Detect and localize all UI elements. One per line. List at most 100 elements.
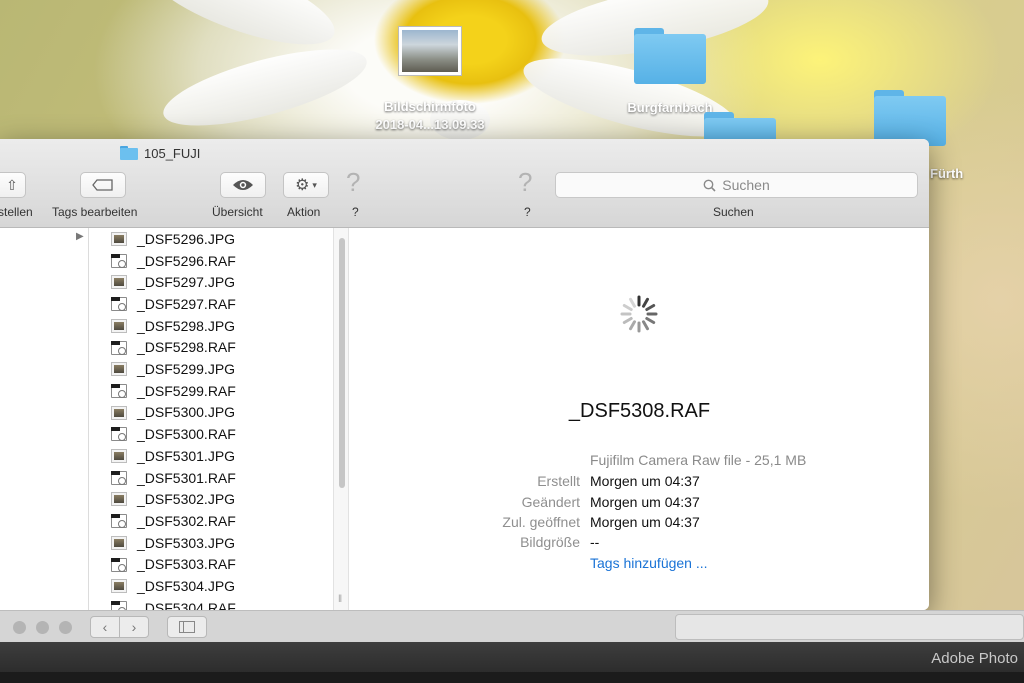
- file-name: _DSF5299.RAF: [137, 382, 236, 399]
- file-list-item[interactable]: _DSF5298.RAF: [89, 337, 333, 359]
- desktop-item-label: 2018-04...13.09.33: [375, 117, 485, 132]
- folder-icon: [704, 112, 776, 146]
- folder-icon: [634, 28, 706, 84]
- raw-file-icon: [111, 340, 127, 355]
- desktop-folder-burgfarnbach[interactable]: Burgfarnbach: [600, 26, 740, 126]
- sidebar-toggle-button[interactable]: [167, 616, 207, 638]
- quick-look-button[interactable]: [220, 172, 266, 198]
- raw-file-icon: [111, 514, 127, 529]
- file-list-item[interactable]: _DSF5303.JPG: [89, 532, 333, 554]
- meta-label: Zul. geöffnet: [502, 514, 580, 530]
- raw-file-icon: [111, 557, 127, 572]
- edit-tags-label: Tags bearbeiten: [52, 205, 138, 219]
- image-file-icon: [111, 362, 127, 377]
- file-name: _DSF5301.RAF: [137, 469, 236, 486]
- image-file-icon: [111, 405, 127, 420]
- raw-file-icon: [111, 470, 127, 485]
- file-name: _DSF5297.JPG: [137, 274, 236, 291]
- edit-tags-button[interactable]: [80, 172, 126, 198]
- column-resize-handle[interactable]: ǁ: [338, 594, 342, 605]
- share-icon: ⇧: [6, 176, 18, 193]
- background-app-title: Adobe Photo: [931, 650, 1018, 667]
- window-zoom-button[interactable]: [59, 621, 72, 634]
- search-label: Suchen: [713, 205, 754, 219]
- image-file-icon: [111, 449, 127, 463]
- chevron-right-icon: ▶: [76, 231, 84, 242]
- image-file-icon: [111, 275, 127, 290]
- eye-icon: [233, 180, 253, 190]
- preview-pane: _DSF5308.RAF Fujifilm Camera Raw file - …: [350, 228, 929, 610]
- window-minimize-button[interactable]: [36, 621, 49, 634]
- unknown-toolbar-label: ?: [352, 205, 359, 219]
- share-button[interactable]: ⇧: [0, 172, 26, 198]
- window-toolbar: 105_FUJI ⇧ stellen Tags bearbeiten Übers…: [0, 139, 929, 228]
- raw-file-icon: [111, 253, 127, 268]
- file-list-item[interactable]: _DSF5301.JPG: [89, 445, 333, 467]
- meta-row-modified: Geändert Morgen um 04:37: [350, 494, 929, 514]
- image-file-icon: [111, 535, 127, 550]
- image-file-icon: [111, 232, 127, 246]
- meta-value: Morgen um 04:37: [590, 494, 700, 510]
- tag-icon: [92, 179, 113, 191]
- file-list-item[interactable]: _DSF5299.RAF: [89, 380, 333, 402]
- file-name: _DSF5300.RAF: [137, 426, 236, 443]
- file-name: _DSF5297.RAF: [137, 295, 236, 312]
- file-list-item[interactable]: _DSF5304.JPG: [89, 575, 333, 597]
- window-title: 105_FUJI: [120, 143, 200, 163]
- file-list-item[interactable]: _DSF5298.JPG: [89, 315, 333, 337]
- file-list-item[interactable]: _DSF5296.JPG: [89, 228, 333, 250]
- file-list-item[interactable]: _DSF5302.JPG: [89, 488, 333, 510]
- background-search-field[interactable]: [675, 614, 1024, 640]
- forward-button[interactable]: ›: [119, 616, 149, 638]
- file-name: _DSF5300.JPG: [137, 404, 236, 421]
- search-input[interactable]: Suchen: [555, 172, 918, 198]
- file-list-item[interactable]: _DSF5300.JPG: [89, 402, 333, 424]
- preview-kind-size: Fujifilm Camera Raw file - 25,1 MB: [590, 452, 807, 468]
- window-close-button[interactable]: [13, 621, 26, 634]
- raw-file-icon: [111, 297, 127, 312]
- back-button[interactable]: ‹: [90, 616, 120, 638]
- raw-file-icon: [111, 383, 127, 398]
- chevron-right-icon: ›: [131, 619, 137, 635]
- file-list-scrollbar[interactable]: ǁ: [333, 228, 349, 610]
- file-list-item[interactable]: _DSF5299.JPG: [89, 358, 333, 380]
- gear-icon: ⚙: [295, 177, 310, 194]
- chevron-down-icon: ▾: [312, 179, 317, 190]
- desktop-screenshot-file[interactable]: Bildschirmfoto 2018-04...13.09.33: [350, 26, 510, 134]
- raw-file-icon: [111, 427, 127, 442]
- image-file-icon: [111, 492, 127, 507]
- file-list-item[interactable]: _DSF5297.RAF: [89, 293, 333, 315]
- loading-spinner-icon: [620, 295, 658, 333]
- add-tags-link[interactable]: Tags hinzufügen ...: [590, 555, 708, 571]
- file-name: _DSF5296.JPG: [137, 230, 236, 247]
- image-file-icon: [111, 318, 127, 333]
- finder-window: 105_FUJI ⇧ stellen Tags bearbeiten Übers…: [0, 139, 929, 610]
- unknown-toolbar-icon[interactable]: ?: [518, 167, 532, 198]
- file-list-item[interactable]: _DSF5304.RAF: [89, 597, 333, 610]
- file-name: _DSF5304.RAF: [137, 599, 236, 610]
- meta-row-last-opened: Zul. geöffnet Morgen um 04:37: [350, 514, 929, 534]
- meta-label: Geändert: [521, 494, 580, 510]
- meta-row-created: Erstellt Morgen um 04:37: [350, 473, 929, 493]
- folder-icon: [874, 90, 946, 146]
- file-list-item[interactable]: _DSF5300.RAF: [89, 423, 333, 445]
- parent-column: ▶ ǁ: [0, 228, 94, 610]
- meta-row-image-size: Bildgröße --: [350, 534, 929, 554]
- file-name: _DSF5298.RAF: [137, 339, 236, 356]
- screenshot-thumbnail-icon: [398, 26, 462, 76]
- share-label: stellen: [0, 205, 33, 219]
- search-icon: [703, 179, 716, 192]
- action-button[interactable]: ⚙ ▾: [283, 172, 329, 198]
- file-list-item[interactable]: _DSF5296.RAF: [89, 250, 333, 272]
- scrollbar-thumb[interactable]: [339, 238, 345, 488]
- file-name: _DSF5304.JPG: [137, 578, 236, 595]
- flower-petal: [156, 33, 374, 142]
- file-name: _DSF5296.RAF: [137, 252, 236, 269]
- file-list-item[interactable]: _DSF5301.RAF: [89, 467, 333, 489]
- meta-value: Morgen um 04:37: [590, 473, 700, 489]
- file-list-item[interactable]: _DSF5297.JPG: [89, 271, 333, 293]
- unknown-toolbar-icon[interactable]: ?: [346, 167, 360, 198]
- file-list-item[interactable]: _DSF5302.RAF: [89, 510, 333, 532]
- parent-folder-row[interactable]: [0, 228, 88, 248]
- file-list-item[interactable]: _DSF5303.RAF: [89, 554, 333, 576]
